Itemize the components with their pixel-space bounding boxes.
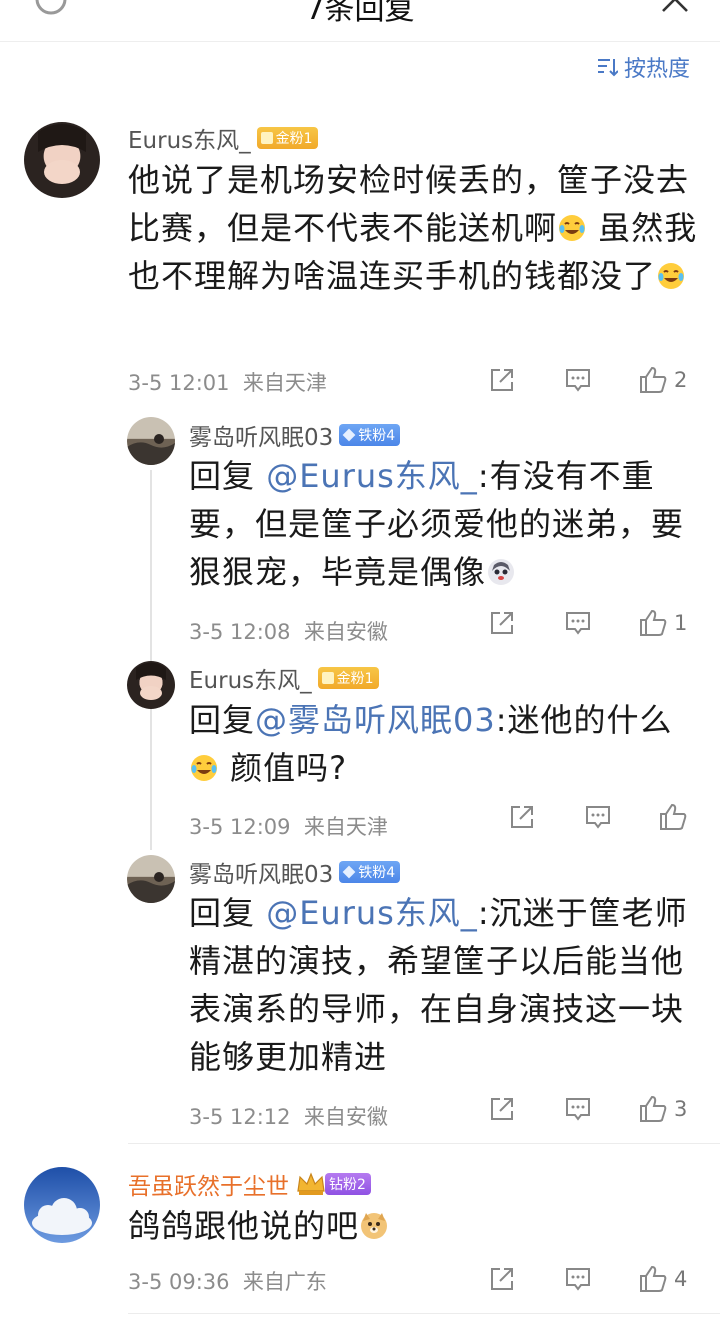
reply-text: 回复 @Eurus东风_:有没有不重要，但是筐子必须爱他的迷弟，要狠狠宠，毕竟是… (189, 457, 685, 591)
like-button[interactable]: 4 (638, 1264, 687, 1294)
diamond-icon (342, 865, 356, 879)
top-bar: 7条回复 (0, 0, 720, 42)
comment-icon (566, 1098, 590, 1121)
comment-text: 鸽鸽跟他说的吧 (128, 1202, 698, 1250)
avatar[interactable] (127, 855, 175, 903)
fan-badge: 铁粉4 (339, 424, 401, 446)
username[interactable]: Eurus东风_ 金粉1 (189, 661, 379, 695)
fan-badge: 铁粉4 (339, 861, 401, 883)
username[interactable]: 雾岛听风眠03 铁粉4 (189, 855, 401, 889)
comment-icon (566, 612, 590, 635)
like-icon (660, 803, 687, 830)
emoji-husky (488, 559, 515, 585)
avatar[interactable] (24, 1167, 100, 1243)
like-button[interactable]: 3 (638, 1094, 687, 1124)
comment-meta: 3-5 12:12 来自安徽 (189, 1101, 388, 1131)
crown-icon (297, 1172, 325, 1195)
comment-icon (586, 806, 610, 829)
like-count: 1 (674, 611, 688, 635)
close-icon[interactable] (660, 0, 690, 14)
reply-text: 回复@雾岛听风眠03:迷他的什么 颜值吗? (189, 701, 673, 787)
action-bar (500, 802, 710, 832)
mention-link[interactable]: @Eurus东风_ (266, 457, 478, 495)
comment-meta: 3-5 12:08 来自安徽 (189, 616, 388, 646)
action-bar: 3 (480, 1094, 710, 1124)
mention-link[interactable]: @雾岛听风眠03 (255, 701, 496, 739)
like-count: 3 (674, 1097, 688, 1121)
crown-icon (260, 132, 273, 144)
avatar[interactable] (24, 122, 100, 198)
thread-line (150, 470, 152, 850)
avatar[interactable] (127, 417, 175, 465)
username[interactable]: 雾岛听风眠03 铁粉4 (189, 418, 401, 452)
timestamp: 3-5 12:09 (189, 815, 291, 839)
share-icon (491, 369, 513, 391)
location: 来自安徽 (303, 1105, 388, 1129)
like-count: 4 (674, 1267, 688, 1291)
comment-button[interactable] (584, 802, 612, 832)
timestamp: 3-5 09:36 (128, 1270, 230, 1294)
avatar[interactable] (127, 661, 175, 709)
share-button[interactable] (508, 802, 536, 832)
share-icon (491, 1268, 513, 1290)
divider (128, 1143, 720, 1144)
share-icon (511, 806, 533, 828)
timestamp: 3-5 12:08 (189, 620, 291, 644)
emoji-laugh-cry (191, 755, 217, 781)
emoji-laugh-cry (658, 263, 685, 289)
sort-by-hot-button[interactable]: 按热度 (596, 52, 690, 82)
comment-text: 他说了是机场安检时候丢的，筐子没去比赛，但是不代表不能送机啊 虽然我也不理解为啥… (128, 161, 698, 295)
fan-badge: 钻粉2 (325, 1173, 371, 1195)
comment-button[interactable] (564, 1094, 592, 1124)
emoji-doge (361, 1213, 388, 1239)
location: 来自天津 (303, 815, 388, 839)
emoji-laugh-cry (559, 215, 586, 241)
reply-text: 回复 @Eurus东风_:沉迷于筐老师精湛的演技，希望筐子以后能当他表演系的导师… (189, 894, 688, 1076)
action-bar: 1 (480, 608, 710, 638)
share-icon (491, 612, 513, 634)
location: 来自安徽 (303, 620, 388, 644)
share-button[interactable] (488, 1264, 516, 1294)
like-icon (640, 1265, 667, 1292)
action-bar: 4 (480, 1264, 710, 1294)
share-button[interactable] (488, 608, 516, 638)
like-icon (640, 366, 667, 393)
comment-button[interactable] (564, 608, 592, 638)
action-bar: 2 (480, 365, 710, 395)
username[interactable]: Eurus东风_ 金粉1 (128, 121, 318, 155)
comment-button[interactable] (564, 365, 592, 395)
share-icon (491, 1098, 513, 1120)
comment-icon (566, 369, 590, 392)
diamond-icon (342, 428, 356, 442)
like-count: 2 (674, 368, 688, 392)
username[interactable]: 吾虽跃然于尘世 钻粉2 (128, 1167, 371, 1201)
comment-meta: 3-5 09:36 来自广东 (128, 1266, 327, 1296)
mention-link[interactable]: @Eurus东风_ (266, 894, 478, 932)
share-button[interactable] (488, 365, 516, 395)
comment-meta: 3-5 12:09 来自天津 (189, 811, 388, 841)
sort-icon (597, 59, 618, 77)
location: 来自广东 (242, 1270, 327, 1294)
share-button[interactable] (488, 1094, 516, 1124)
comment-icon (566, 1268, 590, 1291)
timestamp: 3-5 12:12 (189, 1105, 291, 1129)
like-button[interactable]: 1 (638, 608, 687, 638)
fan-badge: 金粉1 (256, 127, 318, 149)
like-button[interactable] (658, 802, 694, 832)
like-icon (640, 609, 667, 636)
like-button[interactable]: 2 (638, 365, 687, 395)
comment-button[interactable] (564, 1264, 592, 1294)
location: 来自天津 (242, 371, 327, 395)
timestamp: 3-5 12:01 (128, 371, 230, 395)
fan-badge: 金粉1 (317, 667, 379, 689)
crown-icon (321, 672, 334, 684)
comment-meta: 3-5 12:01 来自天津 (128, 367, 327, 397)
like-icon (640, 1095, 667, 1122)
divider (128, 1313, 720, 1314)
sort-label: 按热度 (623, 57, 690, 82)
page-title: 7条回复 (305, 0, 415, 27)
